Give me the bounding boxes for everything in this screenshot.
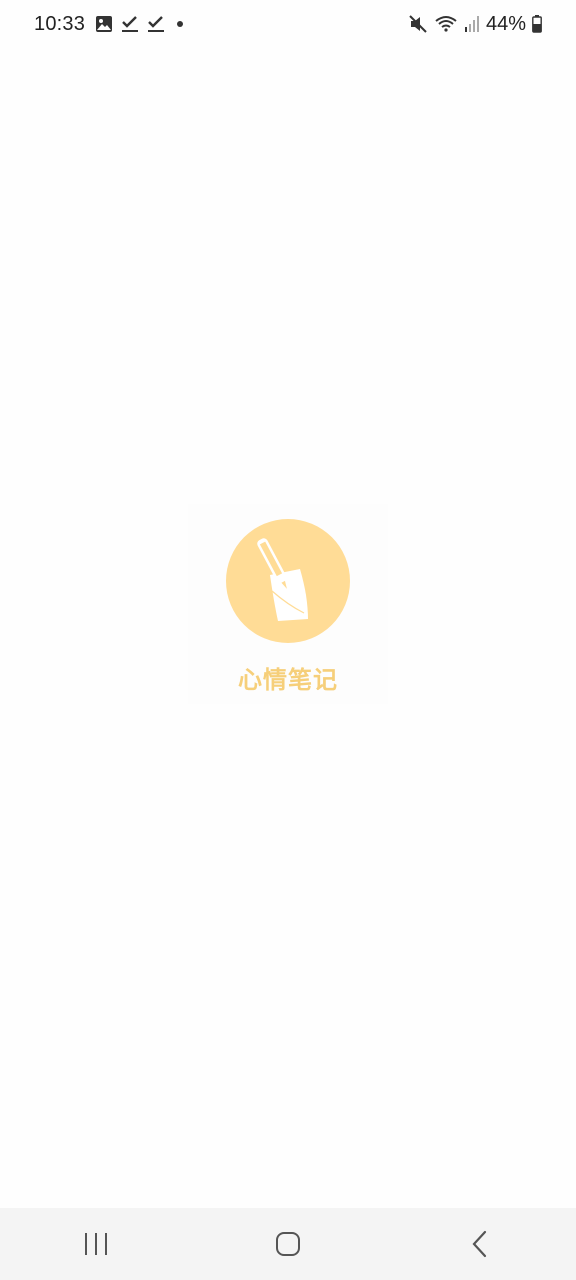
status-left: 10:33 [34, 13, 187, 36]
battery-percent: 44% [485, 12, 526, 35]
pen-paper-icon [248, 531, 328, 631]
signal-icon [464, 15, 480, 33]
wifi-icon [434, 14, 458, 34]
status-bar: 10:33 44% [0, 0, 576, 48]
status-time: 10:33 [34, 12, 86, 35]
dot-icon [173, 17, 187, 31]
recent-apps-icon [83, 1232, 109, 1256]
navigation-bar [0, 1208, 576, 1280]
home-icon [275, 1231, 301, 1257]
check-icon [121, 15, 139, 33]
mute-icon [408, 14, 428, 34]
splash-screen: 10:33 44% 心情笔记 [0, 0, 576, 1280]
battery-icon [532, 15, 542, 33]
app-name: 心情笔记 [238, 666, 338, 694]
home-button[interactable] [248, 1214, 328, 1274]
check-icon [147, 15, 165, 33]
splash-logo-block: 心情笔记 [188, 504, 388, 704]
app-logo [226, 519, 350, 643]
notification-icons [95, 15, 187, 33]
image-icon [95, 15, 113, 33]
back-button[interactable] [440, 1214, 520, 1274]
recent-apps-button[interactable] [56, 1214, 136, 1274]
back-icon [470, 1230, 490, 1258]
status-right: 44% [408, 13, 542, 36]
